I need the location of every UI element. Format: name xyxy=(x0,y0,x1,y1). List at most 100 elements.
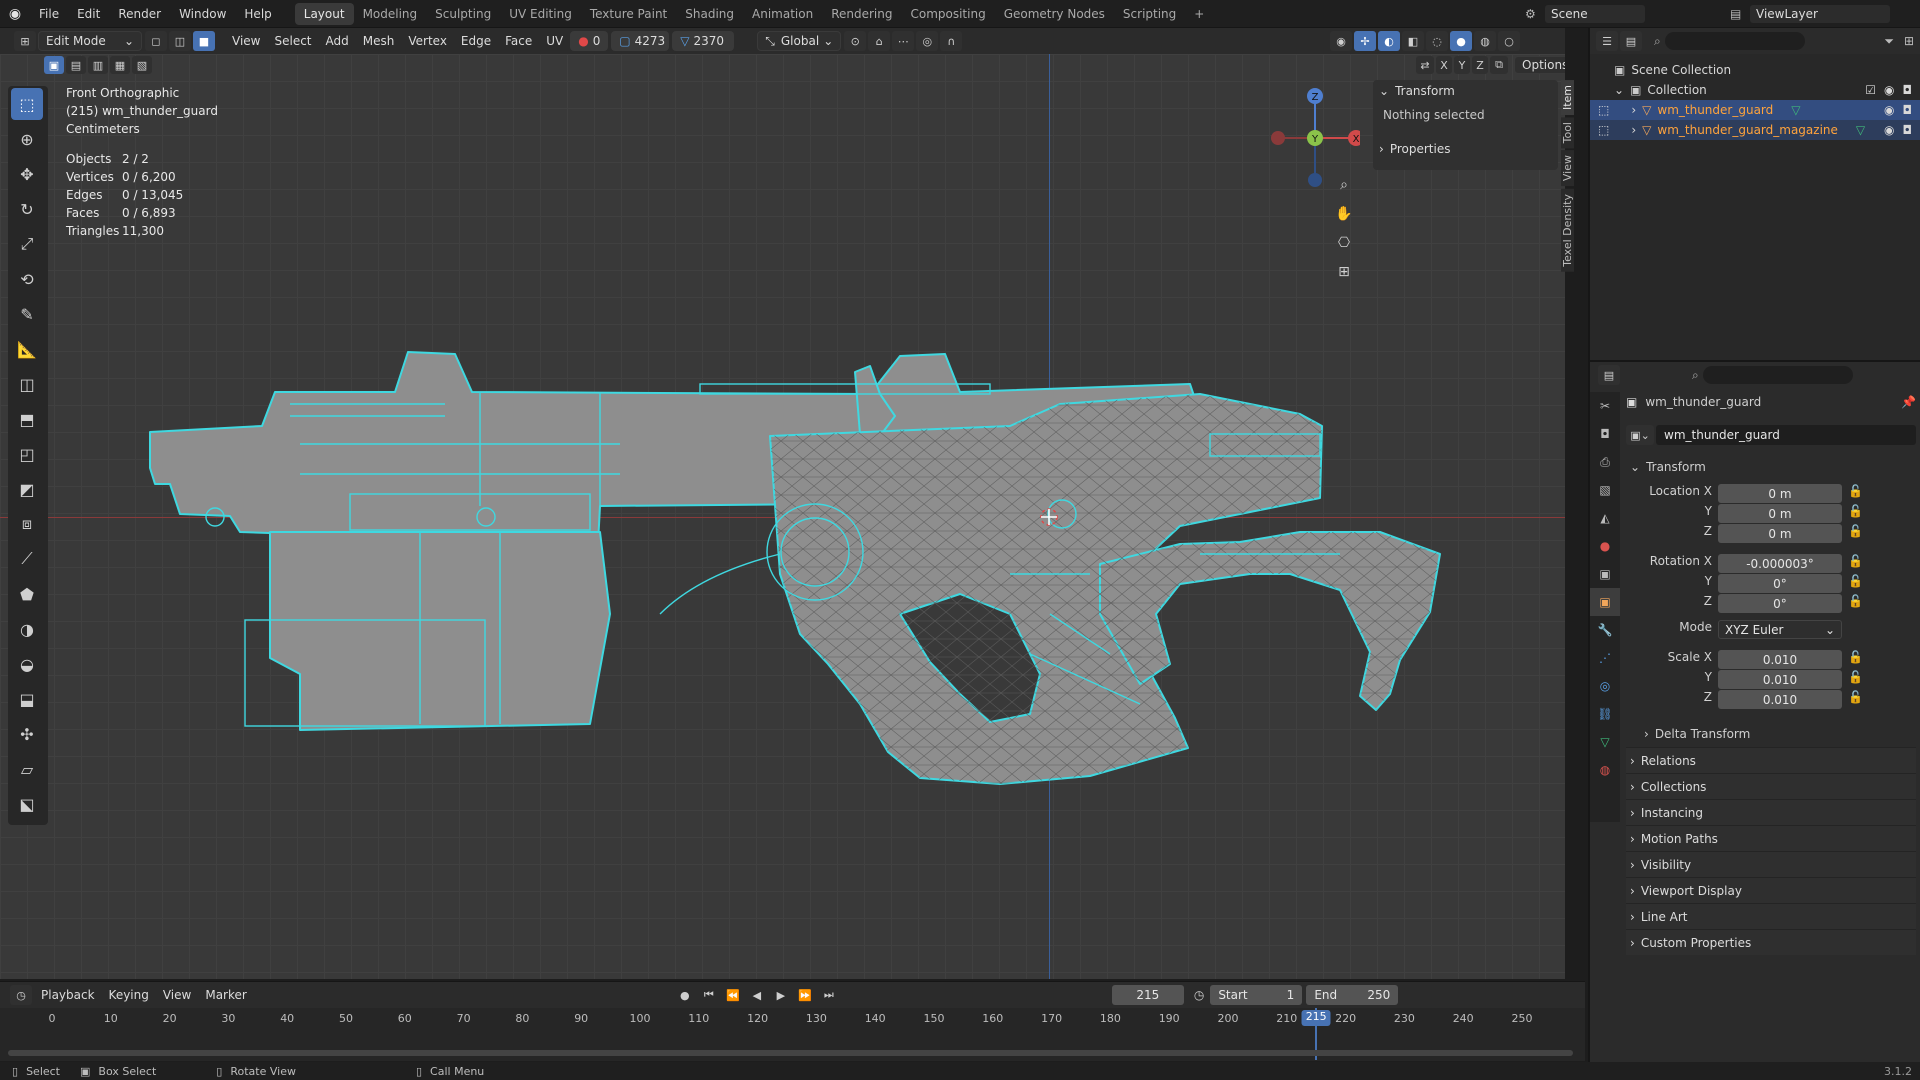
start-frame-field[interactable]: Start 1 xyxy=(1210,985,1303,1005)
menu-add[interactable]: Add xyxy=(319,31,356,51)
location-y-field[interactable]: 0 m xyxy=(1718,504,1842,523)
tab-texel-density[interactable]: Texel Density xyxy=(1561,188,1574,272)
overlay-toggle-icon[interactable]: ◐ xyxy=(1378,31,1400,51)
rotation-y-field[interactable]: 0° xyxy=(1718,574,1842,593)
extrude-tool-icon[interactable]: ⬒ xyxy=(11,403,43,435)
transform-orientation-dropdown[interactable]: ⤡ Global ⌄ xyxy=(757,31,842,51)
properties-search-input[interactable] xyxy=(1702,366,1853,384)
scale-x-field[interactable]: 0.010 xyxy=(1718,650,1842,669)
tab-texture-paint[interactable]: Texture Paint xyxy=(581,3,676,25)
transform-panel-header[interactable]: ⌄ Transform xyxy=(1373,80,1558,102)
visibility-icon[interactable]: ◉ xyxy=(1330,31,1352,51)
rotation-mode-dropdown[interactable]: XYZ Euler ⌄ xyxy=(1718,620,1842,639)
scale-tool-icon[interactable]: ⤢ xyxy=(11,228,43,260)
jump-keyframe-back-icon[interactable]: ⏪ xyxy=(722,985,744,1005)
viewport-display-section[interactable]: › Viewport Display xyxy=(1626,877,1916,903)
scale-z-field[interactable]: 0.010 xyxy=(1718,690,1842,709)
collection-icon[interactable]: ▣ xyxy=(1590,560,1620,588)
object-icon[interactable]: ▣ xyxy=(1590,588,1620,616)
tab-shading[interactable]: Shading xyxy=(676,3,743,25)
checkbox-icon[interactable]: ☑ xyxy=(1865,83,1876,97)
tab-item[interactable]: Item xyxy=(1561,80,1574,116)
tab-tool[interactable]: Tool xyxy=(1561,117,1574,149)
outliner-editor-icon[interactable]: ☰ xyxy=(1596,31,1618,51)
lock-icon[interactable]: 🔓 xyxy=(1848,524,1888,543)
properties-panel-header[interactable]: › Properties xyxy=(1373,138,1558,160)
scale-y-field[interactable]: 0.010 xyxy=(1718,670,1842,689)
scene-icon[interactable]: ◭ xyxy=(1590,504,1620,532)
tab-geometry-nodes[interactable]: Geometry Nodes xyxy=(995,3,1114,25)
tab-rendering[interactable]: Rendering xyxy=(822,3,901,25)
search-icon[interactable]: ⌕ xyxy=(1692,368,1699,383)
output-icon[interactable]: ⎙ xyxy=(1590,448,1620,476)
tab-compositing[interactable]: Compositing xyxy=(901,3,994,25)
camera-render-icon[interactable]: ◘ xyxy=(1903,123,1913,137)
mode-dropdown[interactable]: Edit Mode ⌄ xyxy=(38,31,142,51)
rip-tool-icon[interactable]: ⬕ xyxy=(11,788,43,820)
xray-icon[interactable]: ◧ xyxy=(1402,31,1424,51)
proportional-edit-icon[interactable]: ◎ xyxy=(916,31,939,51)
menu-edit[interactable]: Edit xyxy=(68,7,109,21)
playhead-frame-label[interactable]: 215 xyxy=(1301,1010,1331,1026)
menu-edge[interactable]: Edge xyxy=(454,31,498,51)
menu-keying[interactable]: Keying xyxy=(102,985,156,1005)
modifier-wrench-icon[interactable]: 🔧 xyxy=(1590,616,1620,644)
viewlayer-selector[interactable]: ▤ ViewLayer xyxy=(1730,4,1890,24)
inset-tool-icon[interactable]: ◰ xyxy=(11,438,43,470)
current-frame-field[interactable]: 215 xyxy=(1111,985,1184,1005)
eye-icon[interactable]: ◉ xyxy=(1884,123,1894,137)
bevel-tool-icon[interactable]: ◩ xyxy=(11,473,43,505)
render-icon[interactable]: ◘ xyxy=(1590,420,1620,448)
menu-file[interactable]: File xyxy=(30,7,68,21)
knife-tool-icon[interactable]: ⟋ xyxy=(11,543,43,575)
move-tool-icon[interactable]: ✥ xyxy=(11,158,43,190)
pan-hand-icon[interactable]: ✋ xyxy=(1331,201,1357,227)
poly-build-tool-icon[interactable]: ⬟ xyxy=(11,578,43,610)
pin-icon[interactable]: 📌 xyxy=(1901,395,1916,409)
shear-tool-icon[interactable]: ▱ xyxy=(11,753,43,785)
outliner-search-input[interactable] xyxy=(1664,32,1805,50)
timeline-scrollbar[interactable] xyxy=(8,1050,1573,1056)
solid-shading-icon[interactable]: ● xyxy=(1450,31,1472,51)
outliner-row-object[interactable]: ⬚ › ▽ wm_thunder_guard_magazine ▽ ◉ ◘ xyxy=(1590,120,1920,140)
timeline-editor-icon[interactable]: ◷ xyxy=(10,985,32,1005)
end-frame-field[interactable]: End 250 xyxy=(1306,985,1399,1005)
face-select-icon[interactable]: ■ xyxy=(193,31,215,51)
clock-icon[interactable]: ◷ xyxy=(1194,988,1204,1002)
camera-render-icon[interactable]: ◘ xyxy=(1903,103,1913,117)
rendered-shading-icon[interactable]: ○ xyxy=(1498,31,1520,51)
edge-slide-tool-icon[interactable]: ⬓ xyxy=(11,683,43,715)
tab-sculpting[interactable]: Sculpting xyxy=(426,3,500,25)
object-browse-icon[interactable]: ▣⌄ xyxy=(1626,425,1654,445)
custom-properties-section[interactable]: › Custom Properties xyxy=(1626,929,1916,955)
rotation-z-field[interactable]: 0° xyxy=(1718,594,1842,613)
tab-view[interactable]: View xyxy=(1561,150,1574,187)
pivot-icon[interactable]: ⊙ xyxy=(844,31,867,51)
measure-tool-icon[interactable]: 📐 xyxy=(11,333,43,365)
add-cube-tool-icon[interactable]: ◫ xyxy=(11,368,43,400)
menu-playback[interactable]: Playback xyxy=(34,985,102,1005)
grid-icon[interactable]: ⊞ xyxy=(1331,259,1357,285)
select-box-tool-icon[interactable]: ⬚ xyxy=(11,88,43,120)
lock-icon[interactable]: 🔓 xyxy=(1848,554,1888,573)
tab-layout[interactable]: Layout xyxy=(294,3,354,25)
delta-transform-header[interactable]: › Delta Transform xyxy=(1626,721,1916,747)
menu-window[interactable]: Window xyxy=(170,7,235,21)
menu-marker[interactable]: Marker xyxy=(198,985,253,1005)
menu-mesh[interactable]: Mesh xyxy=(356,31,402,51)
rotation-x-field[interactable]: -0.000003° xyxy=(1718,554,1842,573)
visibility-section[interactable]: › Visibility xyxy=(1626,851,1916,877)
tab-scripting[interactable]: Scripting xyxy=(1114,3,1185,25)
scene-selector[interactable]: ⚙ Scene xyxy=(1525,4,1645,24)
lock-icon[interactable]: 🔓 xyxy=(1848,650,1888,669)
vertex-select-icon[interactable]: ◻ xyxy=(145,31,167,51)
tab-uv-editing[interactable]: UV Editing xyxy=(500,3,581,25)
gizmo-toggle-icon[interactable]: ✢ xyxy=(1354,31,1376,51)
constraints-icon[interactable]: ⛓ xyxy=(1590,700,1620,728)
3d-viewport[interactable]: ▣ ▤ ▥ ▦ ▧ ⇄ X Y Z ⧉ Options⌄ xyxy=(0,54,1565,979)
transform-tool-icon[interactable]: ⟲ xyxy=(11,263,43,295)
annotate-tool-icon[interactable]: ✎ xyxy=(11,298,43,330)
world-icon[interactable]: ● xyxy=(1590,532,1620,560)
lock-icon[interactable]: 🔓 xyxy=(1848,574,1888,593)
instancing-section[interactable]: › Instancing xyxy=(1626,799,1916,825)
